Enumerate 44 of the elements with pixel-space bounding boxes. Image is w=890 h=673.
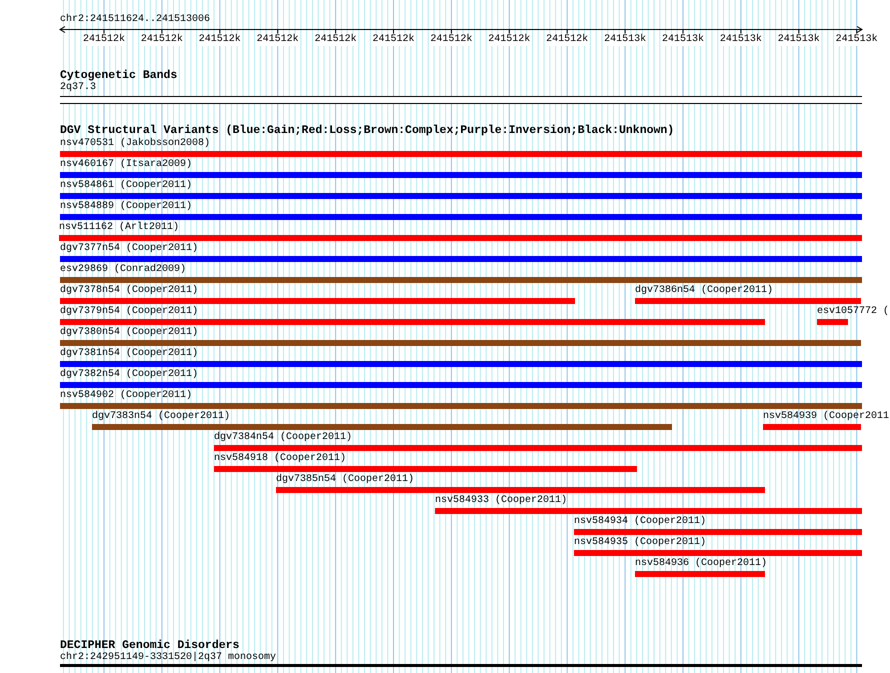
variant-label: esv29869 (Conrad2009) <box>60 264 186 276</box>
variant-label: dgv7386n54 (Cooper2011) <box>635 285 774 297</box>
variant-label: nsv584939 (Cooper2011 <box>763 411 890 423</box>
tick-label: 241512k <box>83 34 125 46</box>
variant-label: nsv584934 (Cooper2011) <box>574 516 706 528</box>
disorder-label: chr2:242951149-3331520|2q37 monosomy <box>60 652 276 664</box>
track-title: DGV Structural Variants (Blue:Gain;Red:Loss;Brown:Complex;Purple:Inversion;Black:Unknown) <box>60 125 674 137</box>
tick-label: 241513k <box>662 34 704 46</box>
tick-label: 241512k <box>140 34 183 46</box>
tick-label: 241513k <box>720 34 762 46</box>
variant-label: dgv7384n54 (Cooper2011) <box>214 432 352 444</box>
variant-label: dgv7382n54 (Cooper2011) <box>60 369 198 381</box>
variant-label: nsv460167 (Itsara2009) <box>60 159 192 171</box>
variant-label: dgv7380n54 (Cooper2011) <box>60 327 198 339</box>
tick-label: 241512k <box>256 34 299 46</box>
location-label: chr2:241511624..241513006 <box>60 12 210 26</box>
variant-label: nsv584861 (Cooper2011) <box>60 180 192 192</box>
variant-label: nsv470531 (Jakobsson2008) <box>60 138 210 150</box>
variant-label: dgv7383n54 (Cooper2011) <box>92 411 230 423</box>
tick-label: 241513k <box>836 34 878 46</box>
tick-label: 241513k <box>604 34 646 46</box>
tick-label: 241512k <box>198 34 241 46</box>
variant-label: nsv584935 (Cooper2011) <box>574 537 706 549</box>
tick-label: 241512k <box>546 34 588 46</box>
track-title: Cytogenetic Bands <box>60 70 178 82</box>
variant-label: nsv511162 (Arlt2011) <box>59 222 180 234</box>
variant-label: nsv584889 (Cooper2011) <box>60 201 192 213</box>
variant-label: nsv584933 (Cooper2011) <box>435 495 568 507</box>
tick-label: 241512k <box>488 34 530 46</box>
track-title: DECIPHER Genomic Disorders <box>60 640 240 652</box>
variant-label: nsv584902 (Cooper2011) <box>60 390 192 402</box>
tick-label: 241513k <box>778 34 820 46</box>
tick-label: 241512k <box>372 34 414 46</box>
variant-label: nsv584918 (Cooper2011) <box>214 453 346 465</box>
variant-label: dgv7378n54 (Cooper2011) <box>60 285 198 297</box>
variant-label: dgv7379n54 (Cooper2011) <box>60 306 198 318</box>
variant-label: dgv7377n54 (Cooper2011) <box>60 243 198 255</box>
band-label: 2q37.3 <box>60 82 96 93</box>
variant-label: dgv7385n54 (Cooper2011) <box>276 474 414 486</box>
variant-label: esv1057772 ( <box>817 306 890 318</box>
tick-label: 241512k <box>430 34 472 46</box>
variant-label: dgv7381n54 (Cooper2011) <box>60 348 198 360</box>
tick-label: 241512k <box>314 34 357 46</box>
variant-label: nsv584936 (Cooper2011) <box>635 558 768 570</box>
